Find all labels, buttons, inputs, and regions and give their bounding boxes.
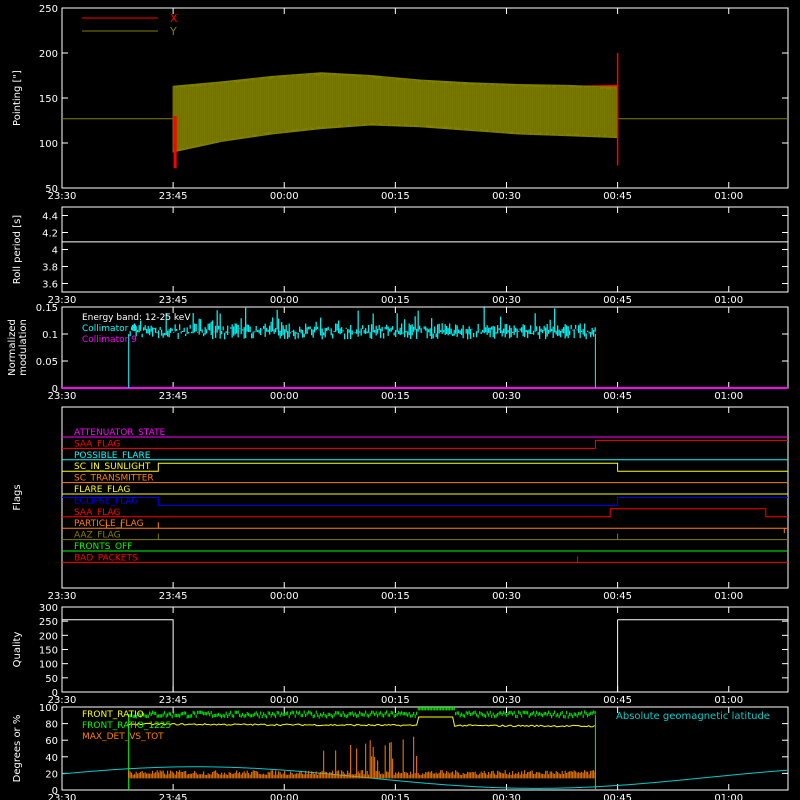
x-tick-label: 00:15 — [381, 391, 410, 402]
flag-trace — [62, 508, 788, 518]
y-tick-label: 0 — [52, 786, 58, 797]
plot-canvas: 23:30 23:45 00:00 00:15 00:30 00:45 01:00 23:30… — [0, 0, 800, 800]
x-tick-label: 00:30 — [492, 295, 521, 306]
x-tick-label: 00:00 — [270, 793, 299, 800]
y-tick-label: 4.2 — [42, 229, 58, 240]
legend-label: FRONT_RATIO_1225 — [82, 721, 171, 731]
x-tick-label: 23:45 — [159, 391, 188, 402]
x-tick-label: 00:45 — [603, 191, 632, 202]
y-tick-label: 4 — [52, 246, 58, 257]
x-tick-label: 00:15 — [381, 191, 410, 202]
y-tick-label: 200 — [39, 631, 58, 642]
front-ratio-1225-series — [128, 707, 596, 719]
legend-label: FRONT_RATIO — [82, 710, 144, 720]
x-tick-label: 23:30 — [48, 591, 77, 602]
y-tick-label: 250 — [39, 4, 58, 15]
x-tick-label: 00:30 — [492, 793, 521, 800]
y-tick-label: 4.4 — [42, 212, 58, 223]
collimator-8-series — [128, 307, 596, 340]
x-tick-label: 01:00 — [714, 295, 743, 306]
x-tick-label: 01:00 — [714, 191, 743, 202]
x-tick-label: 23:45 — [159, 793, 188, 800]
y-tick-label: 100 — [39, 660, 58, 671]
x-tick-label: 00:30 — [492, 191, 521, 202]
legend-label: Collimator 8 — [82, 324, 137, 334]
x-tick-label: 00:00 — [270, 695, 299, 706]
flag-trace — [62, 462, 788, 472]
legend-label: Collimator 9 — [82, 335, 137, 345]
y-tick-label: 200 — [39, 49, 58, 60]
x-tick-label: 23:45 — [159, 591, 188, 602]
y-axis-label: modulation — [18, 319, 29, 376]
y-tick-label: 50 — [45, 184, 58, 195]
legend-label: MAX_DET_VS_TOT — [82, 732, 164, 742]
x-tick-label: 00:45 — [603, 295, 632, 306]
y-axis-label: Pointing ["] — [12, 70, 23, 126]
y-tick-label: 50 — [45, 674, 58, 685]
x-tick-label: 23:45 — [159, 191, 188, 202]
y-tick-label: 80 — [45, 720, 58, 731]
x-tick-label: 01:00 — [714, 695, 743, 706]
y-tick-label: 0.1 — [42, 330, 58, 341]
x-tick-label: 00:30 — [492, 695, 521, 706]
y-tick-label: 60 — [45, 736, 58, 747]
panel-frame-2 — [61, 206, 789, 293]
x-tick-label: 00:45 — [603, 591, 632, 602]
y-tick-label: 100 — [39, 139, 58, 150]
x-tick-label: 00:30 — [492, 591, 521, 602]
y-tick-label: 100 — [39, 703, 58, 714]
y-axis-label: Normalized — [7, 319, 18, 376]
x-tick-label: 00:45 — [603, 695, 632, 706]
y-axis-label: Flags — [12, 484, 23, 510]
y-tick-label: 250 — [39, 617, 58, 628]
x-tick-label: 00:15 — [381, 793, 410, 800]
x-tick-label: 01:00 — [714, 591, 743, 602]
x-tick-label: 23:45 — [159, 695, 188, 706]
y-axis-label: Degrees or % — [12, 715, 23, 783]
y-tick-label: 20 — [45, 769, 58, 780]
y-tick-label: 0.15 — [36, 303, 58, 314]
y-tick-label: 150 — [39, 94, 58, 105]
y-axis-label: Roll period [s] — [12, 215, 23, 284]
x-tick-label: 00:30 — [492, 391, 521, 402]
y-tick-label: 40 — [45, 753, 58, 764]
y-axis-label: Quality — [12, 632, 23, 668]
y-tick-label: 150 — [39, 646, 58, 657]
x-tick-label: 00:15 — [381, 591, 410, 602]
flag-trace — [62, 496, 788, 506]
x-tick-label: 00:00 — [270, 295, 299, 306]
flag-trace — [62, 439, 788, 449]
x-tick-label: 00:15 — [381, 295, 410, 306]
charts-svg: 23:30 23:45 00:00 00:15 00:30 00:45 01:0023:30… — [7, 4, 789, 800]
x-tick-label: 01:00 — [714, 793, 743, 800]
x-tick-label: 00:15 — [381, 695, 410, 706]
y-tick-label: 3.8 — [42, 263, 58, 274]
x-tick-label: 00:45 — [603, 793, 632, 800]
y-tick-label: 300 — [39, 603, 58, 614]
max-det-vs-tot-series — [128, 736, 596, 779]
x-tick-label: 00:00 — [270, 191, 299, 202]
x-tick-label: 00:45 — [603, 391, 632, 402]
x-tick-label: 01:00 — [714, 391, 743, 402]
x-tick-label: 00:00 — [270, 391, 299, 402]
legend-label: Energy band: 12-25 keV — [82, 313, 191, 323]
y-tick-label: 0.05 — [36, 357, 58, 368]
front-ratio-series — [128, 716, 595, 728]
annotation-label: Absolute geomagnetic latitude — [616, 711, 770, 722]
x-tick-label: 00:00 — [270, 591, 299, 602]
y-tick-label: 0 — [52, 384, 58, 395]
legend-label: Y — [169, 25, 177, 38]
legend-label: X — [170, 12, 178, 25]
x-tick-label: 23:45 — [159, 295, 188, 306]
y-tick-label: 0 — [52, 688, 58, 699]
y-tick-label: 3.6 — [42, 280, 58, 291]
quality-segment — [62, 619, 174, 692]
